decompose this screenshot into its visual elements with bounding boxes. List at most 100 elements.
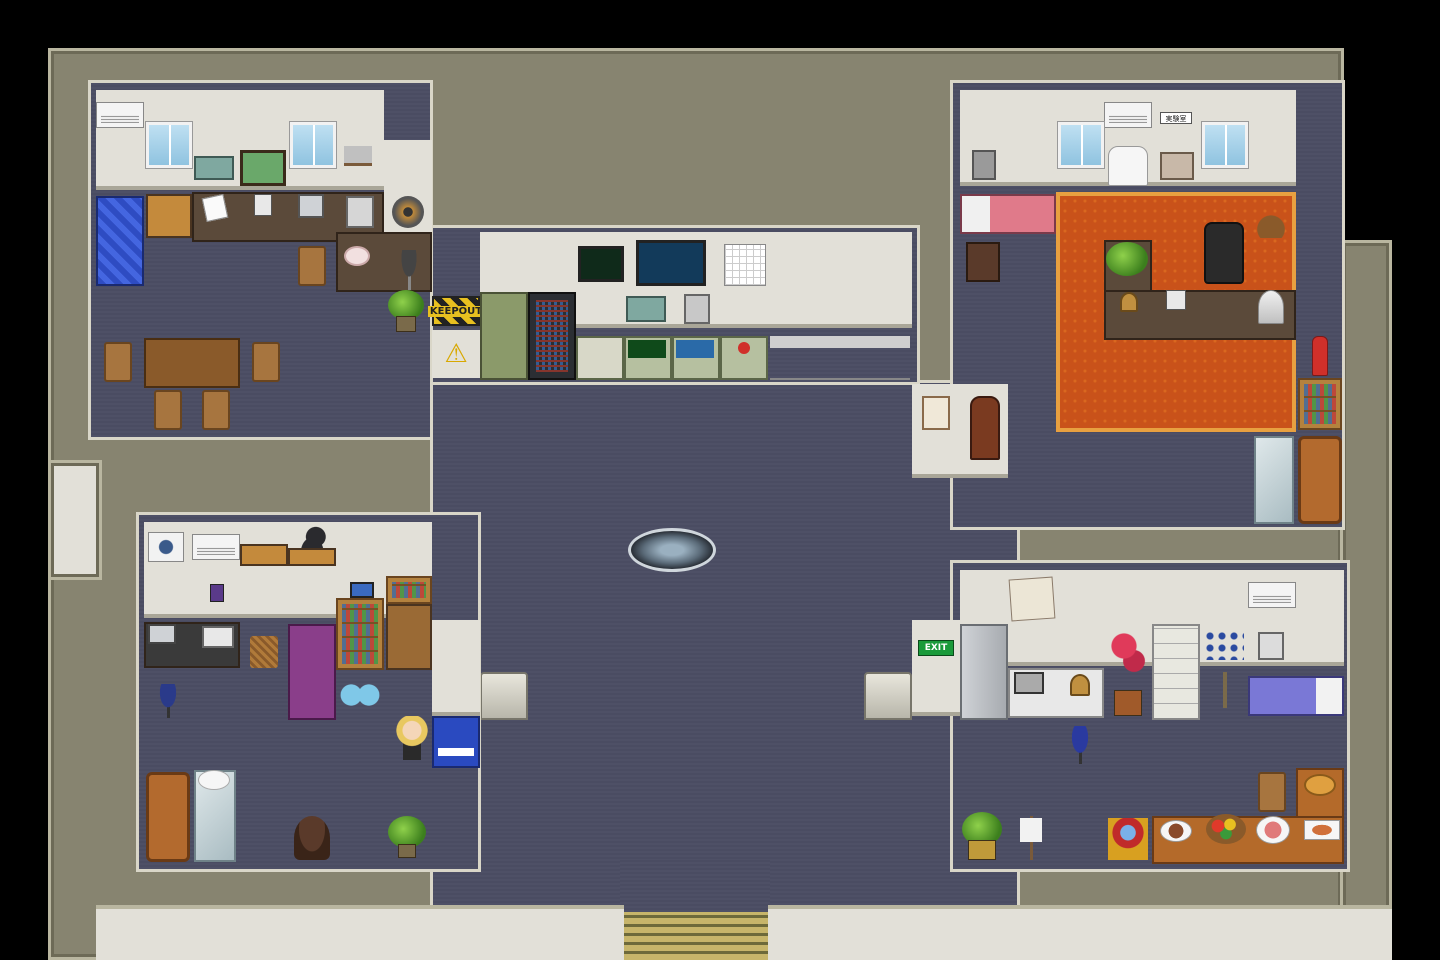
film-reel[interactable]: [392, 196, 424, 228]
side-table[interactable]: [966, 242, 1000, 282]
metal-workbench[interactable]: [770, 336, 910, 380]
framed-emblem[interactable]: [922, 396, 950, 430]
plant-icon: [1106, 242, 1148, 276]
wall-fan: [148, 532, 184, 562]
bookshelf-top[interactable]: [386, 576, 432, 604]
plate-steak[interactable]: [1160, 820, 1192, 842]
wall-keypad[interactable]: [684, 294, 710, 324]
server-rack[interactable]: [528, 292, 576, 380]
stool[interactable]: [154, 684, 182, 718]
door-plate-label: 実験室: [1165, 115, 1187, 123]
printer[interactable]: [202, 626, 234, 648]
wall-safe[interactable]: [1160, 152, 1194, 180]
bust-statue[interactable]: [1258, 290, 1284, 324]
clock-icon[interactable]: [1120, 292, 1138, 312]
monitor-icon[interactable]: [148, 624, 176, 644]
bookshelf[interactable]: [1298, 378, 1342, 430]
computer-monitor[interactable]: [298, 194, 324, 218]
wicker-basket[interactable]: [250, 636, 278, 668]
jar-shelf[interactable]: [240, 544, 288, 566]
red-button[interactable]: [738, 342, 750, 354]
refrigerator[interactable]: [960, 624, 1008, 720]
plant-pot: [396, 316, 416, 332]
round-table[interactable]: [294, 816, 330, 860]
bulletin-board[interactable]: [240, 150, 286, 186]
bed[interactable]: [96, 196, 144, 286]
wall-control-panel[interactable]: [626, 296, 666, 322]
office-chair[interactable]: [1066, 726, 1094, 764]
easel[interactable]: [1016, 816, 1046, 860]
telephone-icon[interactable]: [254, 194, 272, 216]
candelabra[interactable]: [1208, 672, 1242, 708]
laptop[interactable]: [1014, 672, 1044, 694]
south-wall-left: [96, 905, 624, 960]
sofa[interactable]: [1298, 436, 1342, 524]
pink-bed[interactable]: [960, 194, 1056, 234]
fire-extinguisher-icon[interactable]: [1312, 336, 1328, 376]
printer[interactable]: [346, 196, 374, 228]
tablet-device[interactable]: [350, 582, 374, 598]
monitor-icon[interactable]: [578, 246, 624, 282]
outer-wall-west: [48, 460, 102, 580]
bar-stool[interactable]: [396, 250, 422, 290]
bed[interactable]: [1248, 676, 1344, 716]
wall-calendar[interactable]: [724, 244, 766, 286]
bed[interactable]: [288, 624, 336, 720]
stuffed-toy[interactable]: [338, 680, 382, 710]
wall-controls: [1204, 630, 1244, 660]
exit-sign: EXIT: [918, 640, 954, 656]
office-chair[interactable]: [1204, 222, 1244, 284]
intercom[interactable]: [972, 150, 996, 180]
glass-table[interactable]: [1254, 436, 1294, 524]
wall-panel: [194, 156, 234, 180]
bookshelf[interactable]: [336, 598, 384, 670]
pinned-notes[interactable]: [1008, 576, 1056, 622]
chair[interactable]: [202, 390, 230, 430]
statue[interactable]: [480, 672, 528, 720]
dish-cabinet[interactable]: [1152, 624, 1200, 720]
vending-machine[interactable]: [432, 716, 480, 768]
coral-plant: [1108, 628, 1148, 688]
keepout-label: KEEPOUT: [427, 305, 485, 317]
clock-icon[interactable]: [1070, 674, 1090, 696]
fruit-bowl[interactable]: [1206, 814, 1246, 844]
keyboard-console[interactable]: [576, 336, 624, 380]
papers[interactable]: [201, 193, 229, 223]
statue[interactable]: [864, 672, 912, 720]
cake[interactable]: [1256, 816, 1290, 844]
teleporter-icon[interactable]: [628, 528, 716, 572]
chair[interactable]: [298, 246, 326, 286]
potted-tree: [1256, 194, 1286, 238]
vending-slot: [438, 748, 474, 756]
generator-machine[interactable]: [480, 292, 528, 380]
dresser[interactable]: [146, 194, 192, 238]
test-tube-rack[interactable]: [344, 146, 372, 166]
lab-coat[interactable]: [1108, 146, 1148, 186]
character-sprite-icon[interactable]: [394, 716, 430, 764]
chair[interactable]: [154, 390, 182, 430]
grandfather-clock[interactable]: [970, 396, 1000, 460]
telephone-icon[interactable]: [1166, 290, 1186, 310]
intercom-phone[interactable]: [1258, 632, 1284, 660]
tea-set[interactable]: [198, 770, 230, 790]
exit-label: EXIT: [924, 643, 948, 653]
door-plate: 実験室: [1160, 112, 1192, 124]
wall-shelf[interactable]: [288, 548, 336, 566]
plant-pot: [1114, 690, 1142, 716]
sofa[interactable]: [146, 772, 190, 862]
keepout-sign: KEEPOUT: [427, 296, 485, 326]
wardrobe[interactable]: [386, 604, 432, 670]
chair[interactable]: [1258, 772, 1286, 812]
poster: [210, 584, 224, 602]
radar-screen: [628, 340, 666, 358]
exit-stairs[interactable]: [624, 912, 768, 960]
chair[interactable]: [252, 342, 280, 382]
room-bedroom-alcove-wall: [432, 620, 480, 716]
crystal-ball[interactable]: [1108, 818, 1148, 860]
plate-fish[interactable]: [1304, 820, 1340, 840]
dining-table[interactable]: [144, 338, 240, 388]
chair[interactable]: [104, 342, 132, 382]
wall-tv-monitor[interactable]: [636, 240, 706, 286]
bread-basket[interactable]: [1304, 774, 1336, 796]
food-plate[interactable]: [344, 246, 370, 266]
